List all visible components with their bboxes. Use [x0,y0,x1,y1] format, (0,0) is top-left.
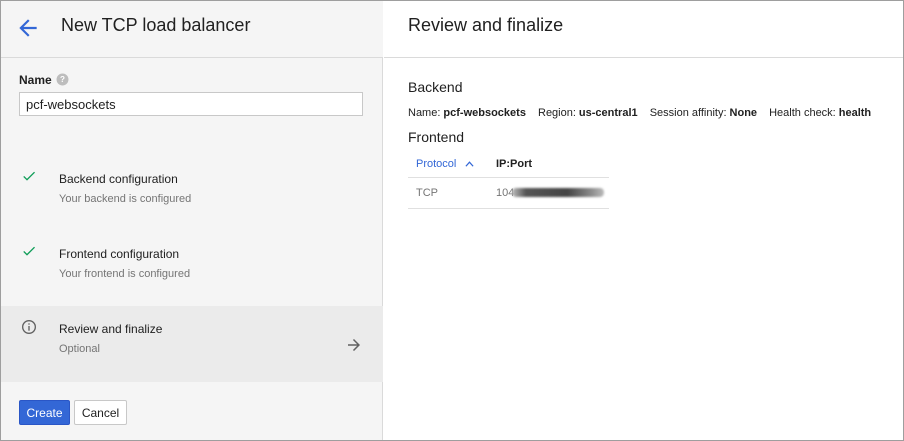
region-value: us-central1 [578,107,638,119]
sort-ascending-icon[interactable] [465,160,474,168]
frontend-table: Protocol IP:Port TCP 104 [408,152,609,209]
step-subtitle: Your frontend is configured [59,268,191,280]
step-subtitle: Optional [59,343,100,355]
page-title: New TCP load balancer [61,15,251,35]
backend-session-affinity: Session affinity: None [650,107,757,119]
affinity-value: None [729,107,758,119]
step-review-and-finalize[interactable]: Review and finalize Optional [1,306,383,382]
table-header-row: Protocol IP:Port [408,152,609,178]
region-label: Region: [538,107,576,119]
affinity-label: Session affinity: [649,107,727,119]
cancel-button[interactable]: Cancel [74,400,127,425]
frontend-heading: Frontend [408,129,465,145]
svg-text:?: ? [60,75,65,84]
backend-heading: Backend [408,79,463,95]
review-title: Review and finalize [408,15,564,35]
column-header-ip-port: IP:Port [496,158,533,170]
backend-health-check: Health check: health [769,107,871,119]
table-row: TCP 104 [408,178,609,209]
step-frontend-configuration[interactable]: Frontend configuration Your frontend is … [1,231,383,307]
backend-summary: Name: pcf-websockets Region: us-central1 S… [408,107,880,123]
check-icon [23,171,35,181]
app-window: New TCP load balancer Name ? Backend con… [0,0,904,441]
info-icon [22,320,36,334]
check-icon [23,246,35,256]
step-title: Frontend configuration [59,247,180,261]
step-title: Backend configuration [59,172,178,186]
right-header: Review and finalize [384,1,903,58]
name-value: pcf-websockets [443,107,526,119]
health-label: Health check: [769,107,836,119]
health-value: health [838,107,872,119]
step-title: Review and finalize [59,322,163,336]
arrow-right-icon[interactable] [345,336,363,354]
help-icon[interactable]: ? [56,73,69,86]
step-backend-configuration[interactable]: Backend configuration Your backend is co… [1,156,383,232]
backend-region: Region: us-central1 [538,107,638,119]
name-label: Name: [408,107,441,119]
column-header-protocol[interactable]: Protocol [416,158,456,170]
cell-protocol: TCP [416,187,438,199]
left-panel: New TCP load balancer Name ? Backend con… [1,1,383,440]
step-subtitle: Your backend is configured [59,193,192,205]
backend-name: Name: pcf-websockets [408,107,526,119]
arrow-left-icon[interactable] [15,15,41,41]
redacted-ip-mask [512,188,604,197]
left-header: New TCP load balancer [1,1,383,58]
name-label: Name [19,73,52,87]
create-button[interactable]: Create [19,400,70,425]
name-input[interactable] [19,92,363,116]
